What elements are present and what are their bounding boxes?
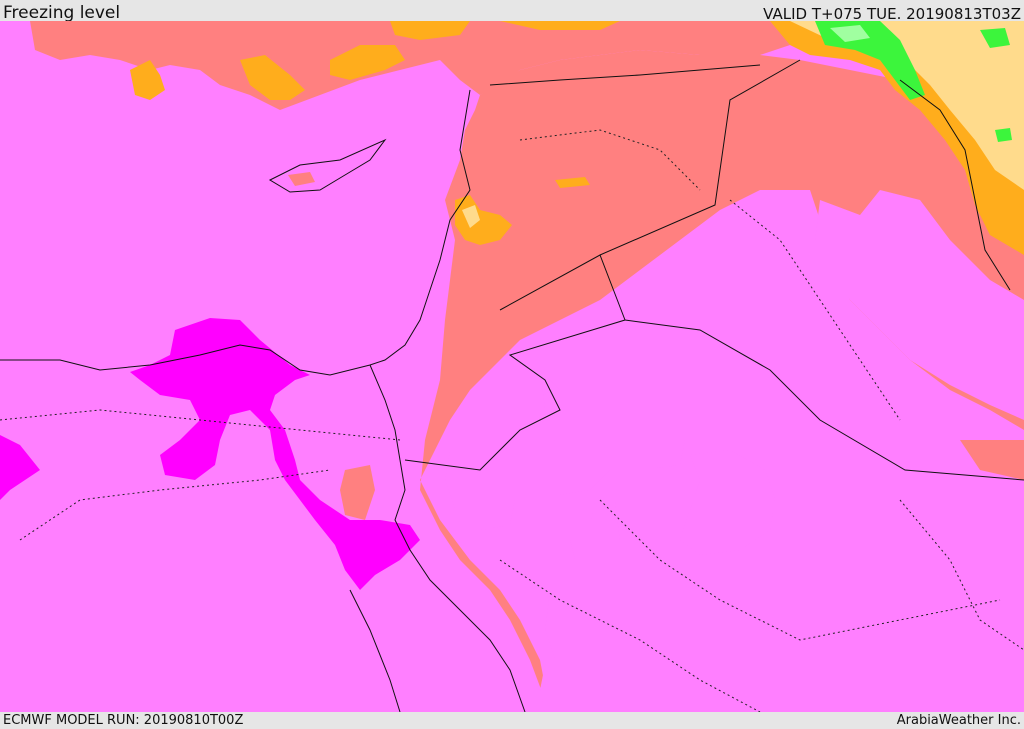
credit-label: ArabiaWeather Inc. [896, 713, 1021, 728]
freezing-level-map [0, 21, 1024, 712]
footer-bar: ECMWF MODEL RUN: 20190810T00Z ArabiaWeat… [0, 712, 1024, 729]
band-top-east-2 [995, 128, 1012, 142]
model-run-label: ECMWF MODEL RUN: 20190810T00Z [3, 713, 244, 728]
map-title: Freezing level [3, 3, 121, 23]
header-bar: Freezing level VALID T+075 TUE. 20190813… [0, 0, 1024, 23]
